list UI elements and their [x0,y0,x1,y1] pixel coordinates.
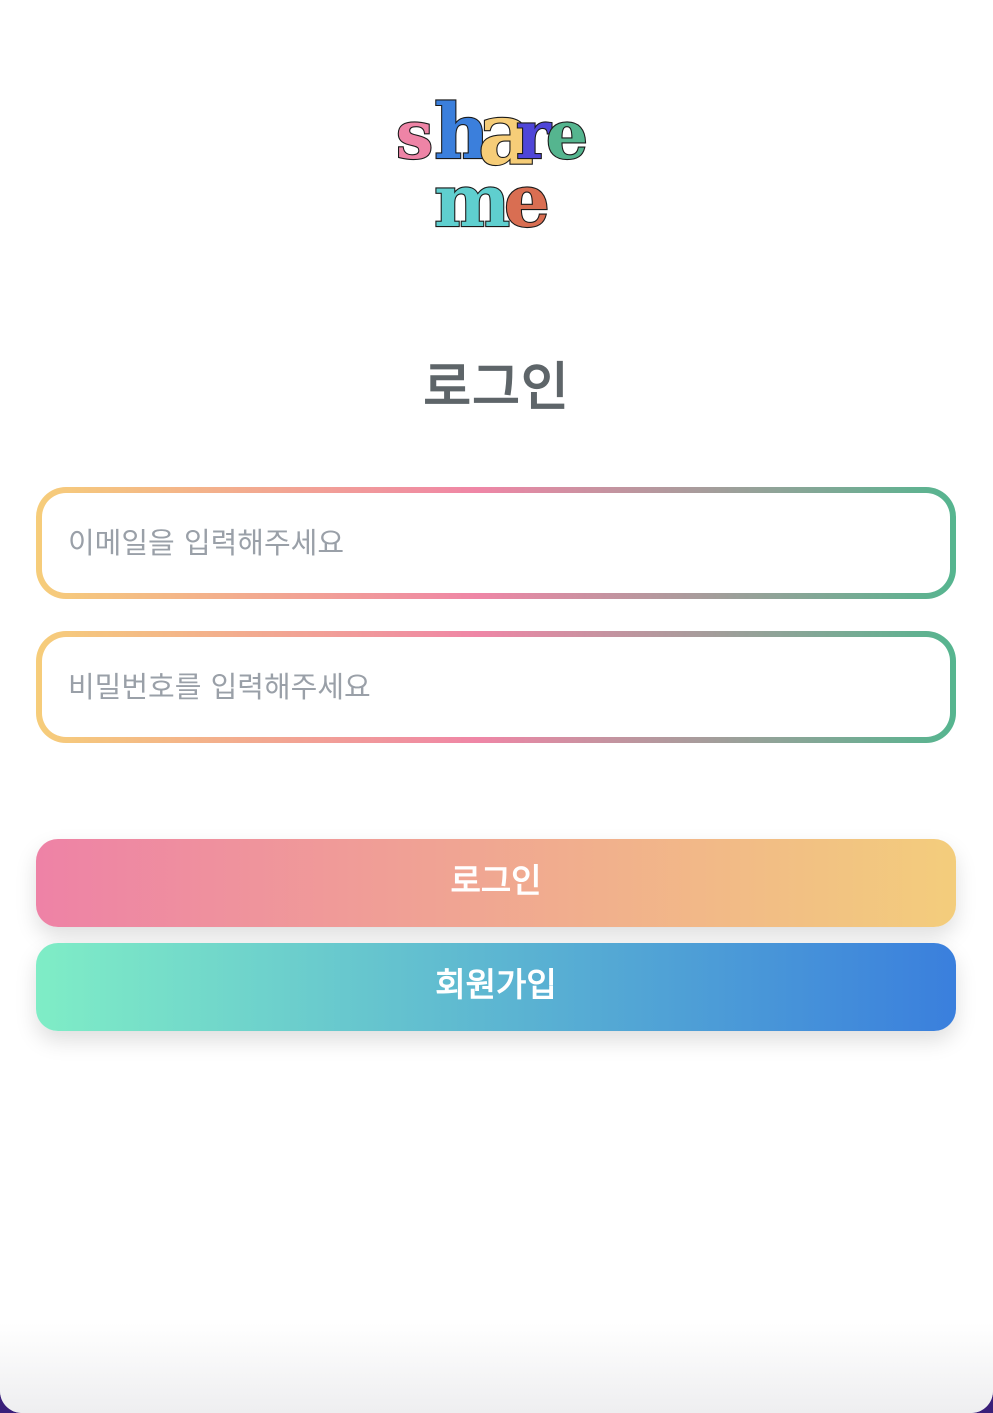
logo-letter-e: e [546,96,588,174]
logo-letter-m: m [434,158,510,234]
password-field-inner [42,637,950,737]
login-screen: s h a r e m e 로그인 로그인 회원가입 [0,0,993,1413]
bottom-fade [0,1323,993,1413]
logo-graphic: s h a r e m e [395,86,589,234]
email-field-frame [36,487,956,599]
email-field-inner [42,493,950,593]
share-me-logo: s h a r e m e [394,86,600,234]
email-input[interactable] [42,493,950,593]
signup-button[interactable]: 회원가입 [36,943,956,1031]
password-field-frame [36,631,956,743]
login-button[interactable]: 로그인 [36,839,956,927]
logo-letter-s: s [396,96,433,174]
password-input[interactable] [42,637,950,737]
logo-letter-e2: e [504,158,550,234]
page-title: 로그인 [423,358,570,418]
